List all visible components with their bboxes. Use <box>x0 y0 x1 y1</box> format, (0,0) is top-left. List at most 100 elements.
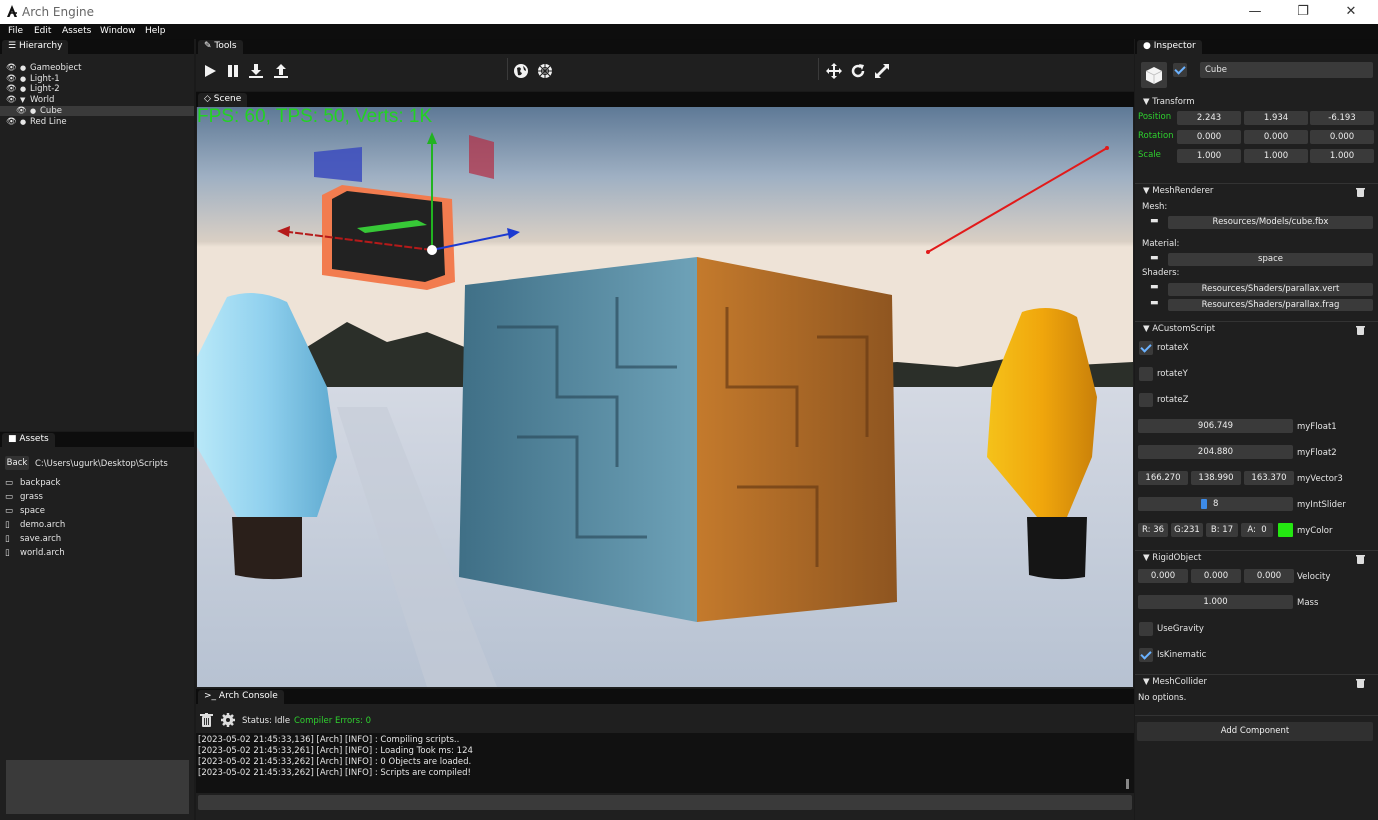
active-checkbox[interactable] <box>1173 63 1187 77</box>
eye-icon[interactable]: 👁 <box>16 106 27 116</box>
asset-item-label: grass <box>20 492 43 502</box>
scale-icon[interactable] <box>874 63 890 79</box>
move-icon[interactable] <box>826 63 842 79</box>
hierarchy-item[interactable]: 👁 ● Red Line <box>0 117 194 127</box>
myFloat1-field[interactable]: 906.749 <box>1138 419 1293 433</box>
velocity-z[interactable]: 0.000 <box>1244 569 1294 583</box>
slider-handle[interactable] <box>1201 499 1207 509</box>
rotateZ-checkbox[interactable] <box>1139 393 1153 407</box>
color-r-field[interactable]: R: 36 <box>1138 523 1168 537</box>
mesh-renderer-header[interactable]: ▼ MeshRenderer <box>1143 186 1213 196</box>
hierarchy-item[interactable]: 👁 ● Cube <box>0 105 194 116</box>
menu-assets[interactable]: Assets <box>62 26 91 36</box>
rotation-z[interactable]: 0.000 <box>1310 130 1374 144</box>
upload-icon[interactable] <box>273 63 289 79</box>
material-field[interactable]: space <box>1168 253 1373 266</box>
trash-icon[interactable] <box>1356 554 1365 564</box>
color-a-field[interactable]: A: 0 <box>1241 523 1273 537</box>
folder-open-icon[interactable]: ▬ <box>1150 282 1159 292</box>
menu-file[interactable]: File <box>8 26 23 36</box>
eye-icon[interactable]: 👁 <box>6 74 17 84</box>
pause-icon[interactable] <box>225 63 241 79</box>
myVector3-z[interactable]: 163.370 <box>1244 471 1294 485</box>
divider <box>1135 674 1378 675</box>
color-swatch[interactable] <box>1278 523 1293 537</box>
hierarchy-item[interactable]: 👁 ● Gameobject <box>0 63 194 73</box>
tab-assets[interactable]: ■ Assets <box>2 433 55 447</box>
scale-x[interactable]: 1.000 <box>1177 149 1241 163</box>
hierarchy-item[interactable]: 👁 ● Light-2 <box>0 84 194 94</box>
folder-open-icon[interactable]: ▬ <box>1150 216 1159 226</box>
console-scrollbar[interactable] <box>1126 779 1129 789</box>
myVector3-y[interactable]: 138.990 <box>1191 471 1241 485</box>
is-kinematic-checkbox[interactable] <box>1139 648 1153 662</box>
trash-icon[interactable] <box>1356 187 1365 197</box>
folder-open-icon[interactable]: ▬ <box>1150 298 1159 308</box>
folder-open-icon[interactable]: ▬ <box>1150 253 1159 263</box>
tab-tools[interactable]: ✎ Tools <box>198 40 243 54</box>
scale-z[interactable]: 1.000 <box>1310 149 1374 163</box>
menu-edit[interactable]: Edit <box>34 26 51 36</box>
hierarchy-item[interactable]: 👁 ▼ World <box>0 95 194 105</box>
rigid-object-header[interactable]: ▼ RigidObject <box>1143 553 1201 563</box>
mass-field[interactable]: 1.000 <box>1138 595 1293 609</box>
trash-icon[interactable] <box>1356 678 1365 688</box>
position-y[interactable]: 1.934 <box>1244 111 1308 125</box>
mesh-field[interactable]: Resources/Models/cube.fbx <box>1168 216 1373 229</box>
shader-vert-field[interactable]: Resources/Shaders/parallax.vert <box>1168 283 1373 296</box>
position-x[interactable]: 2.243 <box>1177 111 1241 125</box>
transform-header[interactable]: ▼ Transform <box>1143 97 1195 107</box>
myIntSlider[interactable]: 8 <box>1138 497 1293 511</box>
object-name-input[interactable]: Cube <box>1200 62 1373 78</box>
eye-icon[interactable]: 👁 <box>6 117 17 127</box>
back-button[interactable]: Back <box>5 456 29 470</box>
compiler-errors: Compiler Errors: 0 <box>294 716 372 726</box>
rotate-icon[interactable] <box>850 63 866 79</box>
shader-frag-field[interactable]: Resources/Shaders/parallax.frag <box>1168 299 1373 311</box>
position-z[interactable]: -6.193 <box>1310 111 1374 125</box>
console-input[interactable] <box>198 795 1132 810</box>
mesh-collider-header[interactable]: ▼ MeshCollider <box>1143 677 1207 687</box>
asset-item-label: world.arch <box>20 548 65 558</box>
scale-y[interactable]: 1.000 <box>1244 149 1308 163</box>
color-b-field[interactable]: B: 17 <box>1206 523 1238 537</box>
custom-script-header[interactable]: ▼ ACustomScript <box>1143 324 1215 334</box>
trash-icon[interactable] <box>1356 325 1365 335</box>
tab-console[interactable]: >_ Arch Console <box>198 690 284 704</box>
velocity-x[interactable]: 0.000 <box>1138 569 1188 583</box>
use-gravity-checkbox[interactable] <box>1139 622 1153 636</box>
rotation-y[interactable]: 0.000 <box>1244 130 1308 144</box>
tab-scene[interactable]: ◇ Scene <box>198 93 248 107</box>
hierarchy-item[interactable]: 👁 ● Light-1 <box>0 74 194 84</box>
color-g-field[interactable]: G:231 <box>1171 523 1203 537</box>
menu-help[interactable]: Help <box>145 26 166 36</box>
tree-bullet: ● <box>20 117 27 126</box>
settings-gear-icon[interactable] <box>221 713 235 727</box>
tab-hierarchy[interactable]: ☰ Hierarchy <box>2 40 69 54</box>
eye-icon[interactable]: 👁 <box>6 84 17 94</box>
rotateX-checkbox[interactable] <box>1139 341 1153 355</box>
wireframe-icon[interactable] <box>537 63 553 79</box>
myFloat2-field[interactable]: 204.880 <box>1138 445 1293 459</box>
menu-window[interactable]: Window <box>100 26 136 36</box>
maximize-button[interactable]: ❐ <box>1293 3 1313 21</box>
scene-viewport[interactable]: FPS: 60, TPS: 50, Verts: 1K <box>197 107 1133 687</box>
rotation-x[interactable]: 0.000 <box>1177 130 1241 144</box>
eye-icon[interactable]: 👁 <box>6 63 17 73</box>
rotateY-checkbox[interactable] <box>1139 367 1153 381</box>
add-component-button[interactable]: Add Component <box>1137 722 1373 741</box>
divider <box>1135 550 1378 551</box>
globe-icon[interactable] <box>513 63 529 79</box>
myVector3-x[interactable]: 166.270 <box>1138 471 1188 485</box>
assets-panel: ■ Assets Back C:\Users\ugurk\Desktop\Scr… <box>0 432 194 820</box>
trash-icon[interactable] <box>200 713 213 727</box>
velocity-y[interactable]: 0.000 <box>1191 569 1241 583</box>
log-line: [2023-05-02 21:45:33,136] [Arch] [INFO] … <box>198 735 460 745</box>
tab-inspector[interactable]: ● Inspector <box>1137 40 1202 54</box>
close-button[interactable]: ✕ <box>1341 3 1361 21</box>
collapse-arrow-icon: ▼ <box>1143 677 1150 687</box>
play-icon[interactable] <box>202 63 218 79</box>
download-icon[interactable] <box>248 63 264 79</box>
eye-icon[interactable]: 👁 <box>6 95 17 105</box>
minimize-button[interactable]: — <box>1245 3 1265 21</box>
